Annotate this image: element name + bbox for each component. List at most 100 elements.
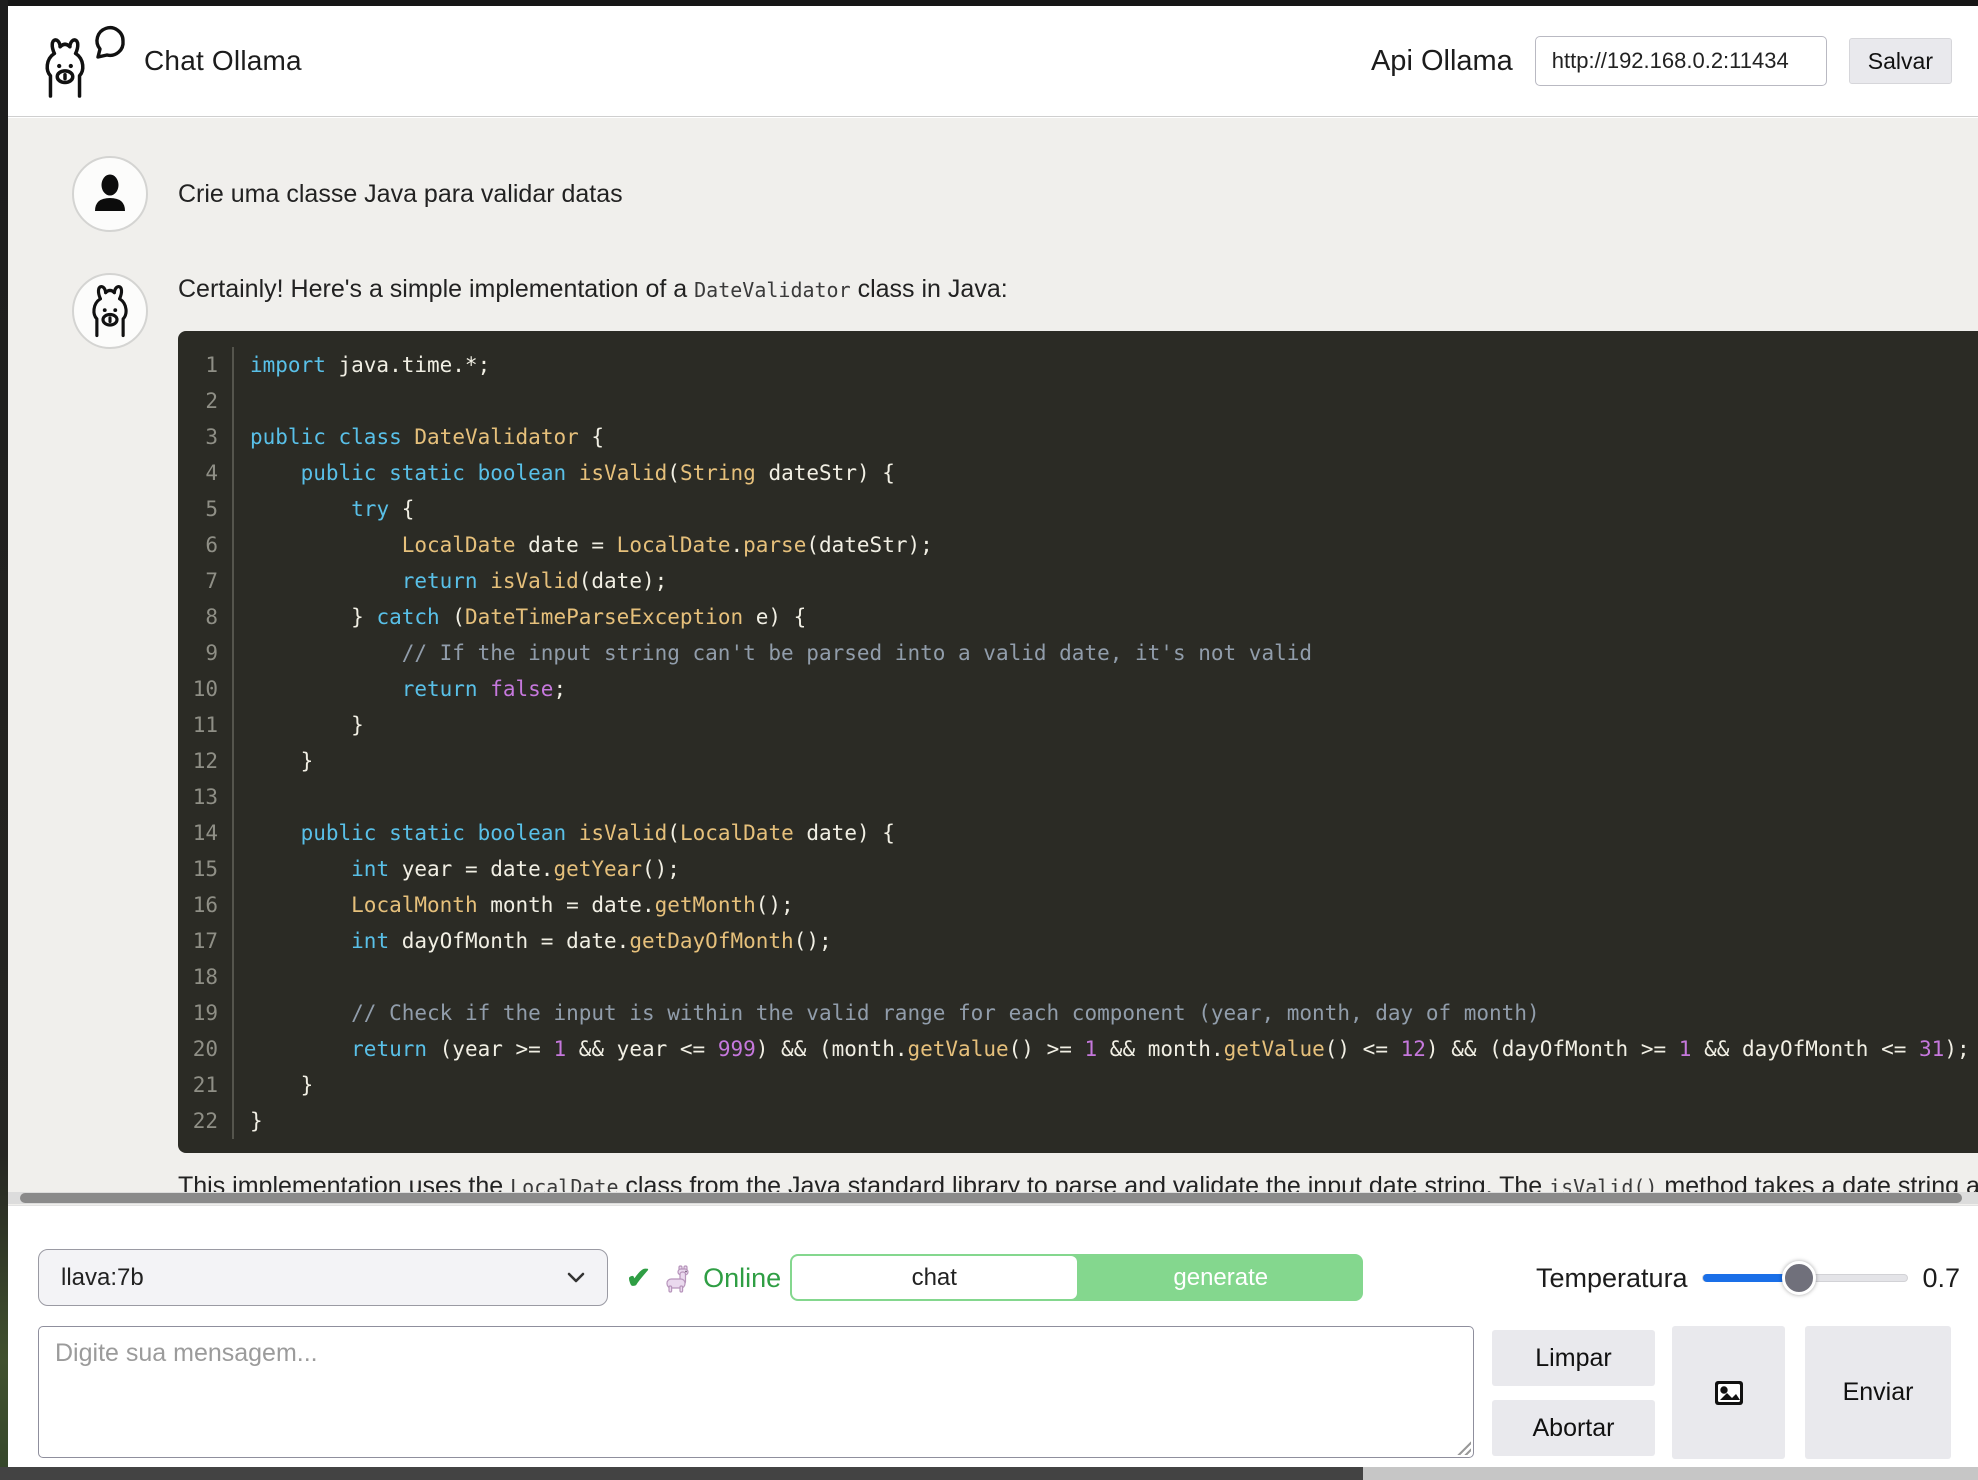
inline-code: DateValidator [694, 278, 851, 302]
code-text [234, 383, 263, 419]
line-number: 22 [178, 1103, 234, 1139]
code-line: 4 public static boolean isValid(String d… [178, 455, 1978, 491]
page-horizontal-scrollbar[interactable] [0, 1467, 1978, 1480]
temperature-control: Temperatura 0.7 [1536, 1256, 1960, 1300]
code-line: 18 [178, 959, 1978, 995]
line-number: 7 [178, 563, 234, 599]
temperature-label: Temperatura [1536, 1263, 1688, 1294]
status-label: Online [703, 1263, 781, 1294]
code-line: 16 LocalMonth month = date.getMonth(); [178, 887, 1978, 923]
line-number: 17 [178, 923, 234, 959]
temperature-slider-thumb[interactable] [1782, 1261, 1816, 1295]
code-line: 2 [178, 383, 1978, 419]
user-message-row: Crie uma classe Java para validar datas [72, 156, 623, 232]
code-line: 22} [178, 1103, 1978, 1139]
line-number: 4 [178, 455, 234, 491]
code-text: import java.time.*; [234, 347, 490, 383]
code-line: 14 public static boolean isValid(LocalDa… [178, 815, 1978, 851]
chevron-down-icon [567, 1272, 585, 1284]
code-block: 1import java.time.*;2 3public class Date… [178, 331, 1978, 1153]
api-url-label: Api Ollama [1371, 45, 1513, 78]
code-text: } catch (DateTimeParseException e) { [234, 599, 806, 635]
clear-button[interactable]: Limpar [1492, 1330, 1655, 1386]
line-number: 5 [178, 491, 234, 527]
code-line: 13 [178, 779, 1978, 815]
line-number: 13 [178, 779, 234, 815]
code-line: 8 } catch (DateTimeParseException e) { [178, 599, 1978, 635]
line-number: 14 [178, 815, 234, 851]
chat-bubble-icon [90, 24, 130, 64]
code-text: int dayOfMonth = date.getDayOfMonth(); [234, 923, 832, 959]
mode-chat-button[interactable]: chat [792, 1256, 1077, 1299]
save-button[interactable]: Salvar [1849, 38, 1952, 84]
model-select[interactable]: llava:7b [38, 1249, 608, 1306]
mode-toggle: chat generate [790, 1254, 1363, 1301]
window-top-edge [0, 0, 1978, 6]
llama-emoji-icon [661, 1262, 693, 1294]
app-logo [34, 22, 130, 100]
line-number: 2 [178, 383, 234, 419]
code-line: 17 int dayOfMonth = date.getDayOfMonth()… [178, 923, 1978, 959]
code-text [234, 779, 263, 815]
line-number: 15 [178, 851, 234, 887]
code-line: 20 return (year >= 1 && year <= 999) && … [178, 1031, 1978, 1067]
assistant-intro-text: Certainly! Here's a simple implementatio… [178, 273, 1978, 306]
llama-logo-icon [34, 34, 96, 100]
line-number: 19 [178, 995, 234, 1031]
code-line: 10 return false; [178, 671, 1978, 707]
image-icon [1712, 1376, 1746, 1410]
code-line: 11 } [178, 707, 1978, 743]
code-text: return false; [234, 671, 566, 707]
code-line: 9 // If the input string can't be parsed… [178, 635, 1978, 671]
composer-panel: llava:7b ✔ Online chat generate Temperat… [8, 1205, 1978, 1467]
user-avatar [72, 156, 148, 232]
code-text: public static boolean isValid(LocalDate … [234, 815, 895, 851]
line-number: 8 [178, 599, 234, 635]
line-number: 20 [178, 1031, 234, 1067]
api-url-input[interactable] [1535, 36, 1827, 86]
user-message-text: Crie uma classe Java para validar datas [178, 180, 623, 209]
code-text: public static boolean isValid(String dat… [234, 455, 895, 491]
chat-scroll-area[interactable]: Crie uma classe Java para validar datas … [8, 118, 1978, 1205]
line-number: 16 [178, 887, 234, 923]
attach-image-button[interactable] [1672, 1326, 1785, 1459]
llama-avatar-icon [82, 281, 138, 341]
code-text: return (year >= 1 && year <= 999) && (mo… [234, 1031, 1970, 1067]
code-line: 19 // Check if the input is within the v… [178, 995, 1978, 1031]
line-number: 6 [178, 527, 234, 563]
mode-generate-button[interactable]: generate [1079, 1254, 1364, 1301]
code-text: return isValid(date); [234, 563, 667, 599]
app-title: Chat Ollama [144, 45, 302, 77]
chat-horizontal-scrollbar[interactable] [8, 1192, 1978, 1204]
check-icon: ✔ [626, 1261, 651, 1296]
app-header: Chat Ollama Api Ollama Salvar [8, 6, 1978, 117]
abort-button[interactable]: Abortar [1492, 1400, 1655, 1456]
line-number: 11 [178, 707, 234, 743]
code-text: // Check if the input is within the vali… [234, 995, 1540, 1031]
temperature-slider[interactable] [1702, 1274, 1909, 1282]
person-icon [87, 171, 133, 217]
line-number: 21 [178, 1067, 234, 1103]
code-line: 7 return isValid(date); [178, 563, 1978, 599]
code-line: 21 } [178, 1067, 1978, 1103]
text-segment: Certainly! Here's a simple implementatio… [178, 275, 694, 303]
connection-status: ✔ Online [626, 1256, 781, 1300]
code-text: // If the input string can't be parsed i… [234, 635, 1312, 671]
model-select-value: llava:7b [61, 1264, 144, 1292]
page-horizontal-scrollbar-thumb[interactable] [0, 1467, 1363, 1480]
code-text: LocalDate date = LocalDate.parse(dateStr… [234, 527, 933, 563]
code-text: try { [234, 491, 414, 527]
chat-horizontal-scrollbar-thumb[interactable] [20, 1193, 1962, 1203]
code-line: 6 LocalDate date = LocalDate.parse(dateS… [178, 527, 1978, 563]
code-text [234, 959, 263, 995]
line-number: 3 [178, 419, 234, 455]
message-input[interactable] [38, 1326, 1474, 1458]
assistant-message-body: Certainly! Here's a simple implementatio… [178, 273, 1978, 1205]
code-lines: 1import java.time.*;2 3public class Date… [178, 347, 1978, 1139]
line-number: 18 [178, 959, 234, 995]
assistant-message-row: Certainly! Here's a simple implementatio… [72, 273, 1978, 1205]
temperature-value: 0.7 [1922, 1263, 1960, 1294]
message-input-wrapper [38, 1326, 1474, 1458]
send-button[interactable]: Enviar [1805, 1326, 1951, 1459]
code-text: int year = date.getYear(); [234, 851, 680, 887]
